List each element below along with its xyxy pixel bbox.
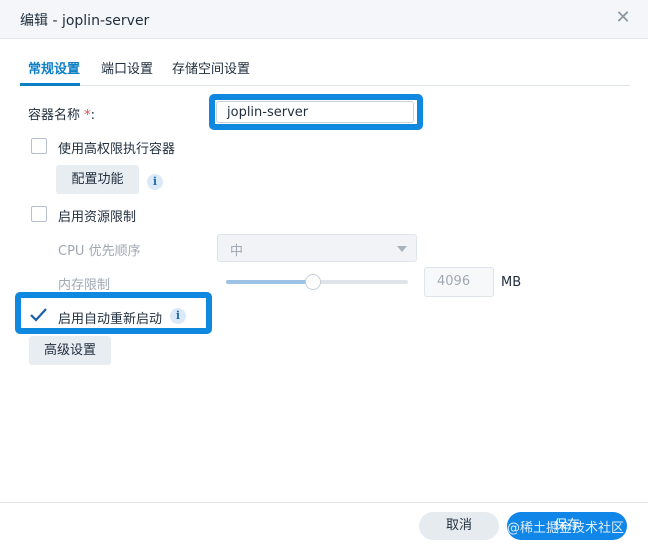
container-name-label-text: 容器名称 xyxy=(28,108,81,123)
checkmark-icon[interactable] xyxy=(30,308,47,322)
memory-unit: MB xyxy=(501,275,522,290)
privileged-label: 使用高权限执行容器 xyxy=(58,142,176,157)
info-icon[interactable]: i xyxy=(147,174,163,190)
container-name-input[interactable]: joplin-server xyxy=(216,101,414,123)
active-tab-indicator xyxy=(20,83,80,86)
tab-port-settings[interactable]: 端口设置 xyxy=(101,58,153,77)
resource-limit-checkbox[interactable] xyxy=(31,206,47,222)
close-icon[interactable]: ✕ xyxy=(614,8,632,28)
memory-value-input[interactable]: 4096 xyxy=(424,267,494,297)
footer-divider xyxy=(0,502,648,503)
chevron-down-icon xyxy=(397,246,407,252)
resource-limit-label: 启用资源限制 xyxy=(58,210,137,225)
advanced-settings-button[interactable]: 高级设置 xyxy=(29,336,111,365)
tab-general-settings[interactable]: 常规设置 xyxy=(28,58,80,77)
tab-storage-settings[interactable]: 存储空间设置 xyxy=(172,58,250,77)
label-colon: : xyxy=(90,108,96,123)
cpu-priority-label: CPU 优先顺序 xyxy=(58,244,141,259)
configure-capabilities-button[interactable]: 配置功能 xyxy=(56,165,139,194)
info-icon[interactable]: i xyxy=(170,308,186,324)
dialog-title: 编辑 - joplin-server xyxy=(20,13,150,29)
cpu-priority-select[interactable]: 中 xyxy=(217,234,417,262)
cpu-priority-value: 中 xyxy=(230,244,244,259)
tab-divider xyxy=(20,85,630,86)
container-name-label: 容器名称 *: xyxy=(28,104,95,123)
auto-restart-label: 启用自动重新启动 xyxy=(58,312,163,327)
cancel-button[interactable]: 取消 xyxy=(419,512,499,540)
memory-slider-fill xyxy=(226,280,314,284)
watermark: @稀土掘金技术社区 xyxy=(507,521,625,536)
memory-slider-handle[interactable] xyxy=(305,274,322,290)
memory-limit-label: 内存限制 xyxy=(58,278,111,293)
privileged-checkbox[interactable] xyxy=(31,138,47,154)
